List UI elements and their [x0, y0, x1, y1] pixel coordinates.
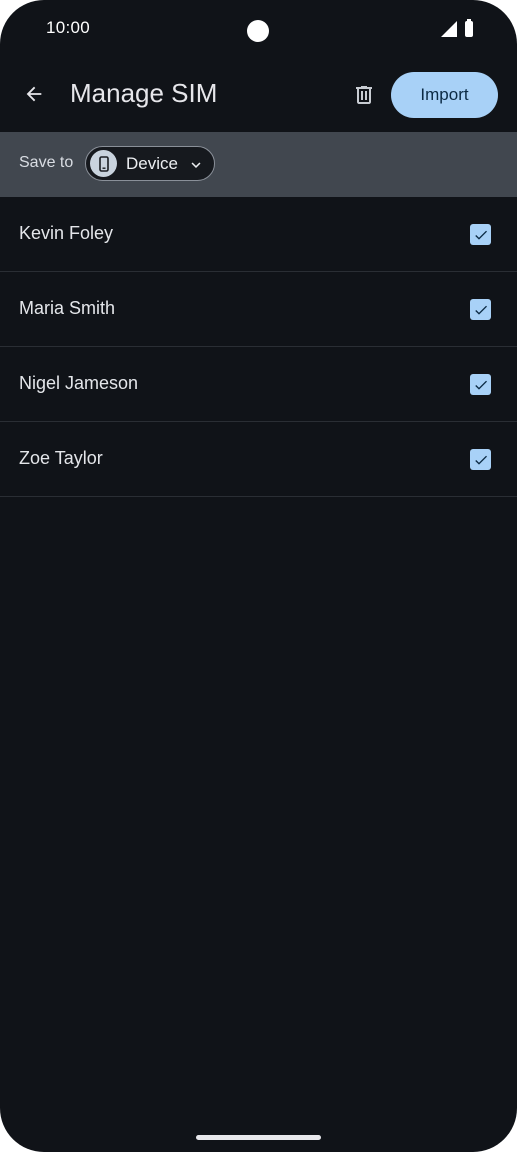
top-app-bar: Manage SIM Import [0, 60, 517, 132]
arrow-left-icon [26, 86, 42, 102]
battery-icon [465, 19, 473, 37]
save-location-dropdown[interactable]: Device [85, 146, 215, 181]
contact-name: Maria Smith [19, 298, 116, 318]
camera-cutout [247, 20, 269, 42]
delete-button[interactable] [342, 73, 386, 117]
contact-checkbox[interactable] [470, 449, 491, 470]
checkmark-icon [474, 380, 487, 390]
contact-checkbox[interactable] [470, 299, 491, 320]
checkmark-icon [474, 230, 487, 240]
save-to-label: Save to [19, 154, 74, 171]
status-time: 10:00 [46, 18, 91, 37]
contact-row[interactable]: Maria Smith [0, 272, 517, 347]
checkmark-icon [474, 455, 487, 465]
contact-checkbox[interactable] [470, 374, 491, 395]
contact-list: Kevin Foley Maria Smith Nigel Jameson Zo… [0, 197, 517, 497]
back-button[interactable] [12, 72, 56, 116]
phone-device-icon [90, 150, 117, 177]
save-to-bar: Save to Device [0, 132, 517, 197]
phone-screen: 10:00 Manage SIM Import Save to Device K… [0, 0, 517, 1152]
contact-name: Kevin Foley [19, 223, 114, 243]
signal-icon [441, 21, 457, 37]
contact-row[interactable]: Kevin Foley [0, 197, 517, 272]
status-icons [441, 19, 473, 38]
contact-row[interactable]: Zoe Taylor [0, 422, 517, 497]
contact-name: Zoe Taylor [19, 448, 103, 468]
contact-checkbox[interactable] [470, 224, 491, 245]
save-location-value: Device [126, 154, 178, 173]
chevron-down-icon [191, 162, 201, 168]
gesture-nav-handle[interactable] [196, 1135, 321, 1140]
status-bar: 10:00 [0, 0, 517, 60]
page-title: Manage SIM [70, 78, 218, 108]
checkmark-icon [474, 305, 487, 315]
trash-icon [356, 86, 372, 104]
contact-row[interactable]: Nigel Jameson [0, 347, 517, 422]
import-button[interactable]: Import [391, 72, 498, 118]
contact-name: Nigel Jameson [19, 373, 139, 393]
